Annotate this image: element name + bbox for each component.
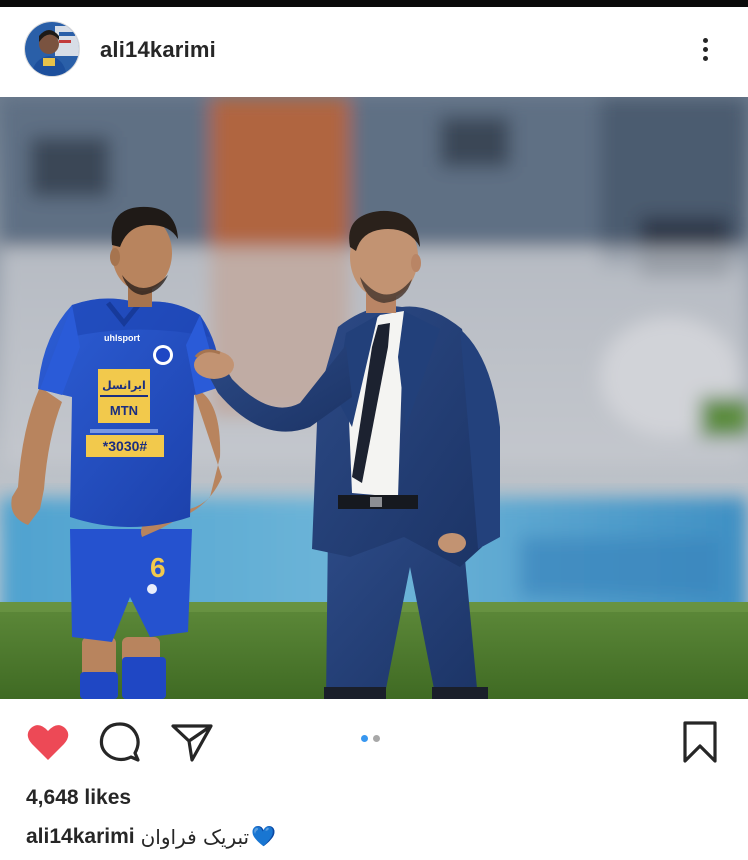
jersey-brand: MTN: [110, 403, 138, 418]
post-caption: ali14karimi تبریک فراوان 💙: [26, 824, 276, 849]
status-bar: [0, 0, 748, 7]
carousel-dot: [373, 735, 380, 742]
more-options-icon[interactable]: [688, 29, 722, 69]
share-icon[interactable]: [168, 718, 216, 766]
post-photo-image: 6 uhlsport ایرانسل MTN *3030#: [0, 97, 748, 699]
bookmark-icon[interactable]: [676, 718, 724, 766]
caption-username[interactable]: ali14karimi: [26, 825, 135, 849]
kit-maker-logo: uhlsport: [104, 333, 140, 343]
blue-heart-emoji: 💙: [251, 826, 277, 848]
comment-icon[interactable]: [96, 718, 144, 766]
carousel-indicator: [361, 735, 380, 742]
caption-text: تبریک فراوان: [140, 824, 250, 849]
avatar-image: [25, 22, 79, 76]
jersey-sponsor: ایرانسل: [102, 379, 146, 392]
carousel-dot-active: [361, 735, 368, 742]
likes-count[interactable]: 4,648 likes: [26, 786, 131, 810]
jersey-code: *3030#: [103, 438, 148, 454]
avatar[interactable]: [24, 21, 80, 77]
post-action-bar: [0, 700, 748, 780]
player-number: 6: [150, 552, 166, 583]
post-username[interactable]: ali14karimi: [100, 37, 216, 63]
post-header: ali14karimi: [0, 7, 748, 95]
post-photo[interactable]: 6 uhlsport ایرانسل MTN *3030#: [0, 97, 748, 699]
heart-icon[interactable]: [24, 718, 72, 766]
